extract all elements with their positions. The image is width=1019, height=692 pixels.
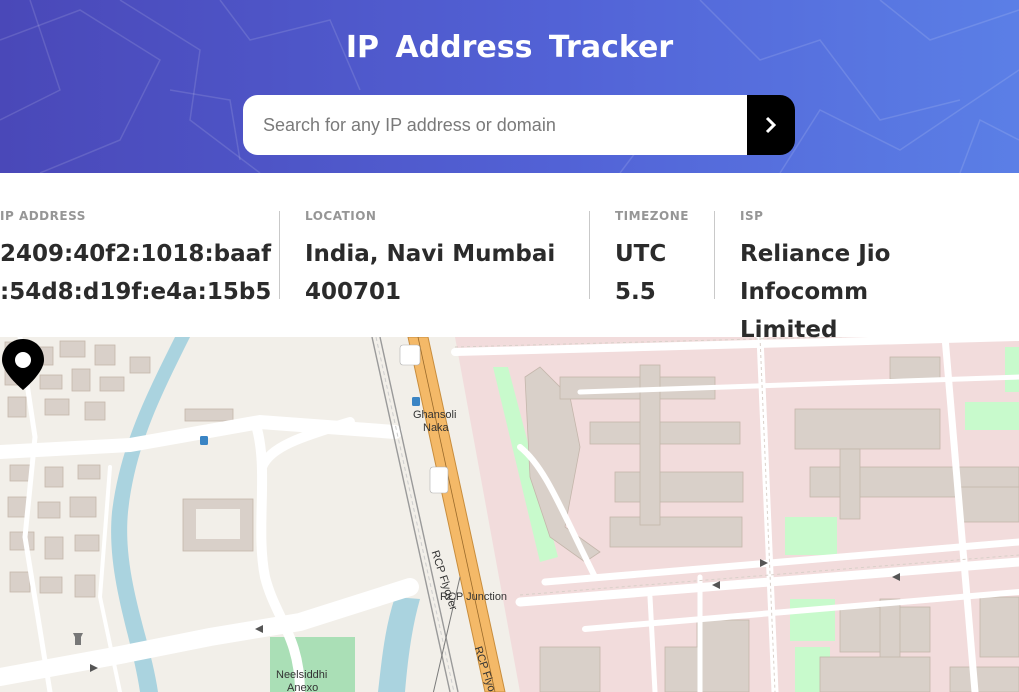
divider — [589, 211, 590, 299]
timezone-value: UTC 5.5 — [615, 235, 689, 311]
isp-line-2: Limited — [740, 317, 838, 343]
map-label-anexo: Anexo — [287, 682, 319, 692]
map-label-naka: Naka — [423, 422, 449, 434]
search-input[interactable] — [243, 95, 748, 155]
timezone-line-1: UTC — [615, 241, 667, 267]
info-panel: IP ADDRESS 2409:40f2:1018:baaf :54d8:d19… — [0, 173, 1019, 343]
timezone-section: TIMEZONE UTC 5.5 — [615, 209, 689, 311]
search-button[interactable] — [747, 95, 795, 155]
location-line-1: India, Navi Mumbai — [305, 241, 556, 267]
divider — [279, 211, 280, 299]
page-title: IP Address Tracker — [345, 30, 674, 65]
map-label-neelsiddhi: Neelsiddhi — [276, 669, 328, 681]
isp-value: Reliance Jio Infocomm Limited — [740, 235, 1019, 349]
isp-label: ISP — [740, 209, 764, 223]
map[interactable]: Ghansoli Naka RCP Junction RCP Flyover R… — [0, 337, 1019, 692]
location-label: LOCATION — [305, 209, 377, 223]
ip-address-line-1: 2409:40f2:1018:baaf — [0, 241, 272, 267]
ip-address-value: 2409:40f2:1018:baaf :54d8:d19f:e4a:15b5 — [0, 235, 271, 311]
header: IP Address Tracker — [0, 0, 1019, 173]
map-label-ghansoli: Ghansoli — [413, 409, 457, 421]
ip-address-label: IP ADDRESS — [0, 209, 86, 223]
location-section: LOCATION India, Navi Mumbai 400701 — [305, 209, 555, 311]
location-pin-icon[interactable] — [0, 337, 46, 392]
map-tiles — [0, 337, 1019, 692]
isp-line-1: Reliance Jio Infocomm — [740, 241, 891, 305]
timezone-line-2: 5.5 — [615, 279, 656, 305]
location-value: India, Navi Mumbai 400701 — [305, 235, 555, 311]
isp-section: ISP Reliance Jio Infocomm Limited — [740, 209, 1019, 349]
ip-address-section: IP ADDRESS 2409:40f2:1018:baaf :54d8:d19… — [0, 209, 271, 311]
search-bar — [243, 95, 795, 155]
location-line-2: 400701 — [305, 279, 402, 305]
chevron-right-icon — [765, 116, 777, 134]
ip-address-line-2: :54d8:d19f:e4a:15b5 — [0, 279, 272, 305]
timezone-label: TIMEZONE — [615, 209, 689, 223]
divider — [714, 211, 715, 299]
